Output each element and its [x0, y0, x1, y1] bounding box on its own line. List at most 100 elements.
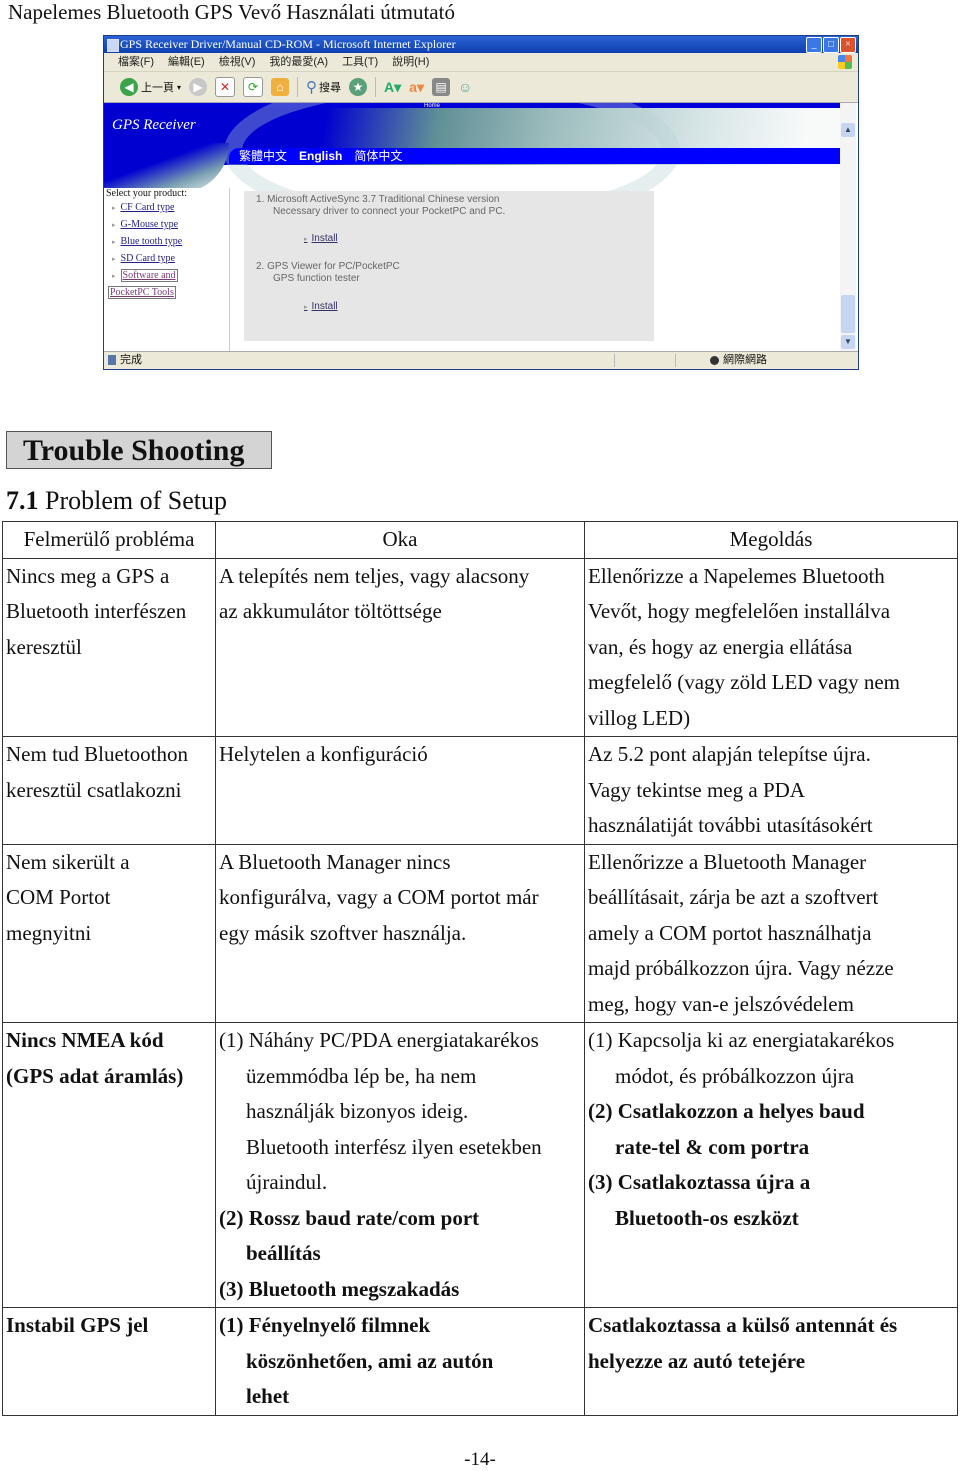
- text-line: Vagy tekintse meg a PDA: [588, 777, 805, 802]
- sidebar-item-software[interactable]: Software and: [120, 269, 178, 282]
- toolbar-divider: [375, 77, 377, 97]
- status-bar: 完成 網際網路: [104, 351, 858, 369]
- maximize-button[interactable]: □: [823, 37, 839, 53]
- text-line: konfigurálva, vagy a COM portot már: [219, 885, 539, 909]
- text-line: Nincs NMEA kód: [6, 1028, 164, 1052]
- status-text: 完成: [120, 354, 142, 366]
- globe-icon: [710, 355, 719, 365]
- item-1-desc: Necessary driver to connect your PocketP…: [273, 206, 506, 217]
- solution-cell: Csatlakoztassa a külső antennát és helye…: [584, 1307, 958, 1416]
- solution-cell: (1) Kapcsolja ki az energiatakarékos mód…: [584, 1022, 958, 1308]
- scroll-thumb[interactable]: [841, 295, 855, 333]
- table-row: Nem sikerült a COM Portot megnyitni A Bl…: [2, 843, 958, 1023]
- product-sidebar: Select your product: ▸ CF Card type ▸ G-Mo…: [104, 188, 230, 351]
- cause-cell: Helytelen a konfiguráció: [215, 736, 585, 845]
- ie-app-icon: [107, 39, 119, 52]
- back-arrow-icon: ◀: [120, 78, 138, 96]
- header-cause: Oka: [215, 521, 585, 559]
- sidebar-item-cf-card[interactable]: CF Card type: [121, 202, 175, 213]
- lang-english[interactable]: English: [299, 148, 342, 164]
- sidebar-item-pocketpc-tools[interactable]: PocketPC Tools: [108, 286, 176, 299]
- stop-icon[interactable]: ✕: [215, 77, 236, 97]
- download-list: 1. Microsoft ActiveSync 3.7 Traditional …: [244, 191, 654, 341]
- problem-cell: Nincs NMEA kód (GPS adat áramlás): [2, 1022, 216, 1308]
- menu-tools[interactable]: 工具(T): [342, 53, 378, 71]
- section-name: Problem of Setup: [45, 486, 227, 515]
- lang-traditional-chinese[interactable]: 繁體中文: [239, 148, 287, 164]
- window-title: GPS Receiver Driver/Manual CD-ROM - Micr…: [120, 37, 456, 51]
- home-link[interactable]: Home: [417, 103, 447, 109]
- text-line: Instabil GPS jel: [6, 1313, 149, 1337]
- text-line: újraindul.: [246, 1170, 328, 1194]
- vertical-scrollbar[interactable]: ▲ ▼: [840, 103, 856, 351]
- lang-simplified-chinese[interactable]: 简体中文: [354, 148, 402, 164]
- font-size-icon[interactable]: A▾: [384, 79, 401, 96]
- back-button[interactable]: ◀ 上一頁 ▾: [120, 78, 181, 96]
- text-line: van, és hogy az energia ellátása: [588, 634, 853, 659]
- scroll-down-icon[interactable]: ▼: [841, 335, 855, 349]
- install-link-1[interactable]: ▸ Install: [304, 233, 338, 244]
- toolbar: ◀ 上一頁 ▾ ▶ ✕ ⟳ ⌂ ⚲ 搜尋 ★ A▾ a▾ ▤ ☺: [104, 72, 858, 103]
- text-line: megfelelő (vagy zöld LED vagy nem: [588, 670, 900, 694]
- encoding-icon[interactable]: a▾: [409, 79, 424, 96]
- text-line: COM Portot: [6, 885, 111, 909]
- scroll-up-icon[interactable]: ▲: [841, 123, 855, 137]
- messenger-icon[interactable]: ☺: [458, 79, 472, 95]
- page-icon: [108, 355, 116, 366]
- menu-bar: 檔案(F) 編輯(E) 檢視(V) 我的最愛(A) 工具(T) 說明(H): [104, 53, 858, 72]
- text-line: lehet: [246, 1384, 290, 1408]
- text-line: Helytelen a konfiguráció: [219, 742, 428, 766]
- minimize-button[interactable]: _: [806, 37, 822, 53]
- menu-favorites[interactable]: 我的最愛(A): [269, 53, 328, 71]
- bullet-icon: ▸: [112, 238, 116, 246]
- troubleshooting-table: Felmerülő probléma Oka Megoldás Nincs me…: [2, 521, 958, 1416]
- refresh-icon[interactable]: ⟳: [243, 77, 264, 97]
- forward-button[interactable]: ▶: [189, 78, 208, 96]
- bullet-icon: ▸: [304, 304, 308, 311]
- site-title: GPS Receiver: [112, 117, 196, 133]
- text-line: beállításait, zárja be azt a szoftvert: [588, 885, 879, 909]
- back-label: 上一頁: [141, 82, 174, 94]
- bullet-icon: ▸: [304, 236, 308, 243]
- problem-cell: Nem sikerült a COM Portot megnyitni: [2, 843, 216, 1023]
- favorites-icon[interactable]: ★: [349, 78, 368, 96]
- menu-edit[interactable]: 編輯(E): [168, 53, 205, 71]
- menu-help[interactable]: 說明(H): [392, 53, 429, 71]
- document-header: Napelemes Bluetooth GPS Vevő Használati …: [8, 0, 455, 24]
- text-line: (2) Csatlakozzon a helyes baud: [588, 1099, 865, 1123]
- sidebar-label: Select your product:: [106, 188, 188, 199]
- install-label: Install: [311, 301, 338, 312]
- solution-cell: Ellenőrizze a Bluetooth Manager beállítá…: [584, 843, 958, 1023]
- language-bar: 繁體中文 English 简体中文: [229, 148, 840, 164]
- text-line: beállítás: [246, 1241, 321, 1265]
- section-number: 7.1: [6, 486, 39, 515]
- text-line: rate-tel & com portra: [615, 1134, 810, 1159]
- edit-icon[interactable]: ▤: [431, 78, 450, 96]
- sidebar-item-g-mouse[interactable]: G-Mouse type: [121, 219, 179, 230]
- close-button[interactable]: ×: [840, 37, 856, 53]
- sidebar-item-sd-card[interactable]: SD Card type: [121, 253, 175, 264]
- text-line: (1) Fényelnyelő filmnek: [219, 1313, 431, 1337]
- toolbar-divider: [297, 77, 299, 97]
- search-button[interactable]: ⚲ 搜尋: [306, 78, 341, 96]
- solution-cell: Ellenőrizze a Napelemes Bluetooth Vevőt,…: [584, 557, 958, 737]
- problem-cell: Nincs meg a GPS a Bluetooth interfészen …: [2, 557, 216, 737]
- trouble-shooting-heading: Trouble Shooting: [6, 431, 272, 469]
- install-link-2[interactable]: ▸ Install: [304, 301, 338, 312]
- sidebar-item-bluetooth[interactable]: Blue tooth type: [121, 236, 183, 247]
- text-line: Ellenőrizze a Napelemes Bluetooth: [588, 563, 885, 588]
- menu-file[interactable]: 檔案(F): [118, 53, 154, 71]
- security-zone: 網際網路: [710, 352, 767, 369]
- home-icon[interactable]: ⌂: [271, 78, 290, 96]
- text-line: használják bizonyos ideig.: [246, 1099, 469, 1123]
- text-line: Bluetooth interfészen: [6, 599, 187, 623]
- windows-logo-icon: [838, 55, 852, 69]
- table-row: Nincs meg a GPS a Bluetooth interfészen …: [2, 557, 958, 737]
- text-line: helyezze az autó tetejére: [588, 1348, 806, 1373]
- header-problem: Felmerülő probléma: [2, 521, 216, 559]
- web-page: Home GPS Receiver 繁體中文 English 简体中文 Sele…: [104, 103, 840, 351]
- table-row: Instabil GPS jel (1) Fényelnyelő filmnek…: [2, 1307, 958, 1416]
- bullet-icon: ▸: [112, 255, 116, 263]
- menu-view[interactable]: 檢視(V): [219, 53, 256, 71]
- text-line: A telepítés nem teljes, vagy alacsony: [219, 563, 530, 588]
